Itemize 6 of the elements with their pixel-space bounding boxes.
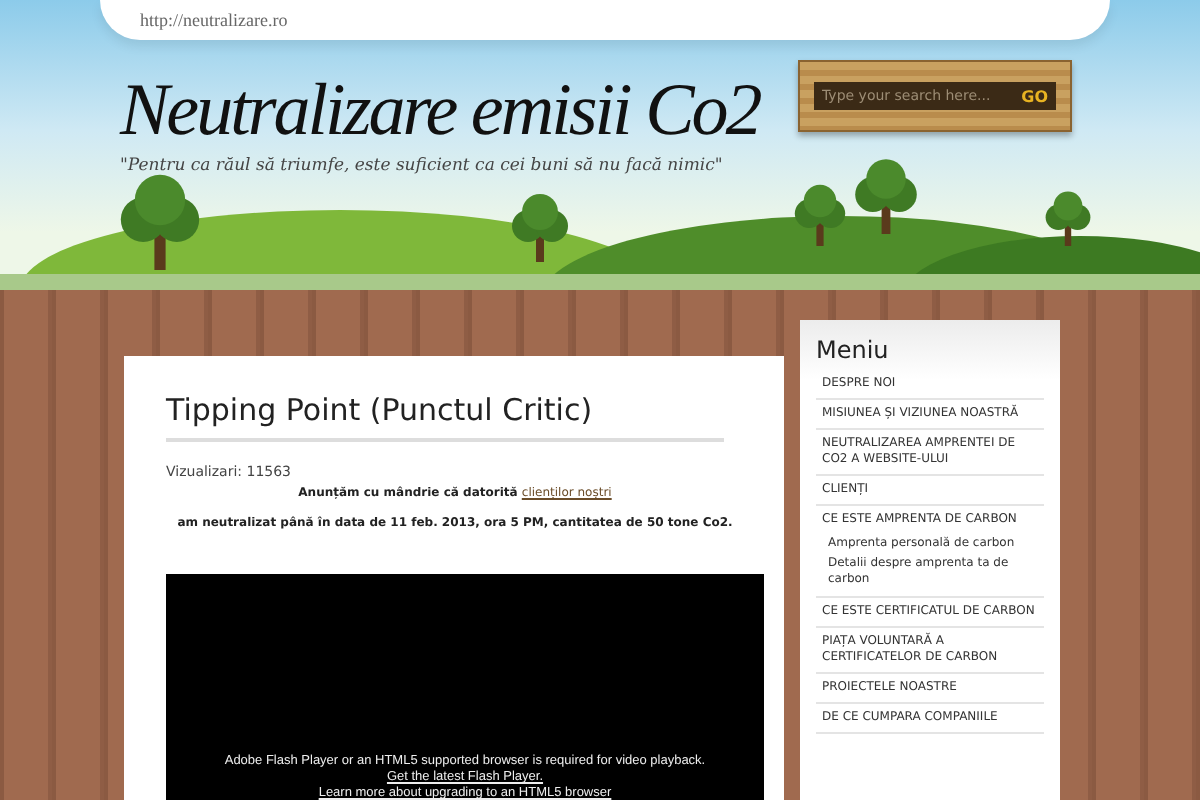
post-title: Tipping Point (Punctul Critic) <box>166 392 724 442</box>
search-button[interactable]: GO <box>1021 87 1048 105</box>
site-title: Neutralizare emisii Co2 <box>120 72 760 152</box>
sidebar-title: Meniu <box>816 336 891 364</box>
site-tagline: "Pentru ca răul să triumfe, este suficient ca cei buni să nu facă nimic" <box>120 156 725 176</box>
site-url: http://neutralizare.ro <box>140 10 288 30</box>
